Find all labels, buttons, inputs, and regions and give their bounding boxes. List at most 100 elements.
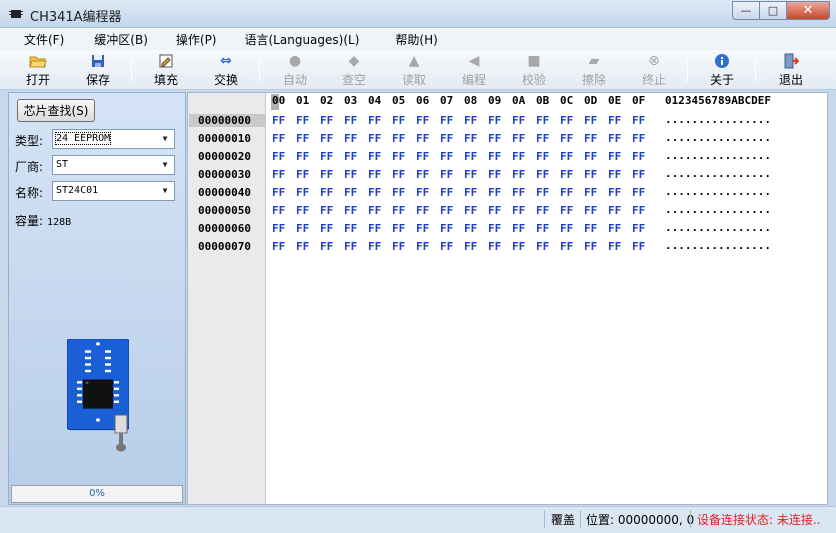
hex-byte-cell[interactable]: FF bbox=[320, 150, 333, 163]
hex-row[interactable]: 00000070 FF FF FF FF FF FF FF FF FF FF FF FF FF FF FF FF… bbox=[188, 238, 827, 256]
program-button[interactable]: ◀ 编程 bbox=[450, 52, 498, 88]
hex-byte-cell[interactable]: FF bbox=[560, 222, 573, 235]
hex-byte-cell[interactable]: FF bbox=[344, 150, 357, 163]
hex-byte-cell[interactable]: FF bbox=[344, 222, 357, 235]
hex-byte-cell[interactable]: FF bbox=[512, 240, 525, 253]
hex-byte-cell[interactable]: FF bbox=[440, 168, 453, 181]
hex-byte-cell[interactable]: FF bbox=[344, 168, 357, 181]
exit-button[interactable]: 退出 bbox=[767, 52, 815, 88]
hex-byte-cell[interactable]: FF bbox=[296, 204, 309, 217]
hex-byte-cell[interactable]: FF bbox=[512, 186, 525, 199]
hex-byte-cell[interactable]: FF bbox=[440, 240, 453, 253]
hex-byte-cell[interactable]: FF bbox=[344, 132, 357, 145]
hex-byte-cell[interactable]: FF bbox=[608, 132, 621, 145]
hex-byte-cell[interactable]: FF bbox=[272, 204, 285, 217]
hex-row[interactable]: 00000020 FF FF FF FF FF FF FF FF FF FF FF FF FF FF FF FF… bbox=[188, 148, 827, 166]
hex-byte-cell[interactable]: FF bbox=[368, 168, 381, 181]
hex-byte-cell[interactable]: FF bbox=[608, 186, 621, 199]
hex-byte-cell[interactable]: FF bbox=[320, 240, 333, 253]
hex-byte-cell[interactable]: FF bbox=[560, 150, 573, 163]
hex-byte-cell[interactable]: FF bbox=[440, 150, 453, 163]
hex-byte-cell[interactable]: FF bbox=[536, 240, 549, 253]
hex-byte-cell[interactable]: FF bbox=[440, 186, 453, 199]
hex-byte-cell[interactable]: FF bbox=[416, 240, 429, 253]
hex-byte-cell[interactable]: FF bbox=[392, 114, 405, 127]
blank-check-button[interactable]: ◆ 查空 bbox=[330, 52, 378, 88]
hex-byte-cell[interactable]: FF bbox=[296, 168, 309, 181]
hex-byte-cell[interactable]: FF bbox=[632, 186, 645, 199]
hex-byte-cell[interactable]: FF bbox=[608, 204, 621, 217]
name-select[interactable]: ST24C01 ▼ bbox=[52, 181, 175, 201]
hex-byte-cell[interactable]: FF bbox=[464, 132, 477, 145]
hex-byte-cell[interactable]: FF bbox=[512, 132, 525, 145]
hex-byte-cell[interactable]: FF bbox=[392, 186, 405, 199]
hex-byte-cell[interactable]: FF bbox=[272, 150, 285, 163]
hex-byte-cell[interactable]: FF bbox=[392, 150, 405, 163]
fill-button[interactable]: 填充 bbox=[142, 52, 190, 88]
hex-byte-cell[interactable]: FF bbox=[536, 114, 549, 127]
hex-byte-cell[interactable]: FF bbox=[464, 240, 477, 253]
hex-byte-cell[interactable]: FF bbox=[296, 222, 309, 235]
hex-byte-cell[interactable]: FF bbox=[464, 168, 477, 181]
hex-byte-cell[interactable]: FF bbox=[296, 240, 309, 253]
hex-byte-cell[interactable]: FF bbox=[632, 222, 645, 235]
hex-byte-cell[interactable]: FF bbox=[632, 132, 645, 145]
hex-byte-cell[interactable]: FF bbox=[416, 168, 429, 181]
menu-buffer[interactable]: 缓冲区(B) bbox=[88, 31, 154, 48]
hex-byte-cell[interactable]: FF bbox=[368, 186, 381, 199]
hex-byte-cell[interactable]: FF bbox=[392, 240, 405, 253]
verify-button[interactable]: ■ 校验 bbox=[510, 52, 558, 88]
hex-byte-cell[interactable]: FF bbox=[488, 240, 501, 253]
hex-byte-cell[interactable]: FF bbox=[584, 168, 597, 181]
hex-byte-cell[interactable]: FF bbox=[416, 204, 429, 217]
hex-byte-cell[interactable]: FF bbox=[296, 150, 309, 163]
hex-byte-cell[interactable]: FF bbox=[368, 240, 381, 253]
hex-byte-cell[interactable]: FF bbox=[536, 132, 549, 145]
hex-row[interactable]: 00000000 FF FF FF FF FF FF FF FF FF FF FF FF FF FF FF FF… bbox=[188, 112, 827, 130]
hex-byte-cell[interactable]: FF bbox=[464, 114, 477, 127]
hex-row[interactable]: 00000030 FF FF FF FF FF FF FF FF FF FF FF FF FF FF FF FF… bbox=[188, 166, 827, 184]
maximize-button[interactable]: □ bbox=[759, 1, 786, 20]
hex-byte-cell[interactable]: FF bbox=[488, 204, 501, 217]
hex-byte-cell[interactable]: FF bbox=[368, 150, 381, 163]
hex-byte-cell[interactable]: FF bbox=[536, 168, 549, 181]
hex-byte-cell[interactable]: FF bbox=[272, 132, 285, 145]
hex-byte-cell[interactable]: FF bbox=[536, 150, 549, 163]
hex-byte-cell[interactable]: FF bbox=[464, 186, 477, 199]
hex-byte-cell[interactable]: FF bbox=[536, 186, 549, 199]
chip-find-button[interactable]: 芯片查找(S) bbox=[17, 99, 95, 122]
hex-byte-cell[interactable]: FF bbox=[440, 204, 453, 217]
hex-row[interactable]: 00000050 FF FF FF FF FF FF FF FF FF FF FF FF FF FF FF FF… bbox=[188, 202, 827, 220]
hex-row-ascii[interactable]: ................ bbox=[665, 113, 771, 126]
hex-byte-cell[interactable]: FF bbox=[584, 186, 597, 199]
hex-byte-cell[interactable]: FF bbox=[440, 132, 453, 145]
hex-byte-cell[interactable]: FF bbox=[560, 168, 573, 181]
hex-byte-cell[interactable]: FF bbox=[416, 186, 429, 199]
hex-byte-cell[interactable]: FF bbox=[488, 186, 501, 199]
hex-byte-cell[interactable]: FF bbox=[320, 168, 333, 181]
hex-byte-cell[interactable]: FF bbox=[464, 222, 477, 235]
menu-language[interactable]: 语言(Languages)(L) bbox=[239, 31, 366, 48]
hex-row[interactable]: 00000040 FF FF FF FF FF FF FF FF FF FF FF FF FF FF FF FF… bbox=[188, 184, 827, 202]
hex-byte-cell[interactable]: FF bbox=[608, 240, 621, 253]
hex-byte-cell[interactable]: FF bbox=[632, 150, 645, 163]
hex-byte-cell[interactable]: FF bbox=[488, 150, 501, 163]
hex-byte-cell[interactable]: FF bbox=[584, 240, 597, 253]
hex-byte-cell[interactable]: FF bbox=[416, 114, 429, 127]
hex-row-ascii[interactable]: ................ bbox=[665, 167, 771, 180]
hex-row-ascii[interactable]: ................ bbox=[665, 203, 771, 216]
hex-byte-cell[interactable]: FF bbox=[536, 204, 549, 217]
hex-byte-cell[interactable]: FF bbox=[608, 150, 621, 163]
hex-byte-cell[interactable]: FF bbox=[320, 114, 333, 127]
hex-byte-cell[interactable]: FF bbox=[584, 132, 597, 145]
vendor-select[interactable]: ST ▼ bbox=[52, 155, 175, 175]
hex-byte-cell[interactable]: FF bbox=[512, 204, 525, 217]
hex-byte-cell[interactable]: FF bbox=[464, 150, 477, 163]
hex-byte-cell[interactable]: FF bbox=[632, 168, 645, 181]
hex-row-ascii[interactable]: ................ bbox=[665, 239, 771, 252]
auto-button[interactable]: ● 自动 bbox=[271, 52, 319, 88]
hex-byte-cell[interactable]: FF bbox=[416, 132, 429, 145]
hex-byte-cell[interactable]: FF bbox=[368, 204, 381, 217]
hex-byte-cell[interactable]: FF bbox=[320, 186, 333, 199]
hex-byte-cell[interactable]: FF bbox=[608, 168, 621, 181]
